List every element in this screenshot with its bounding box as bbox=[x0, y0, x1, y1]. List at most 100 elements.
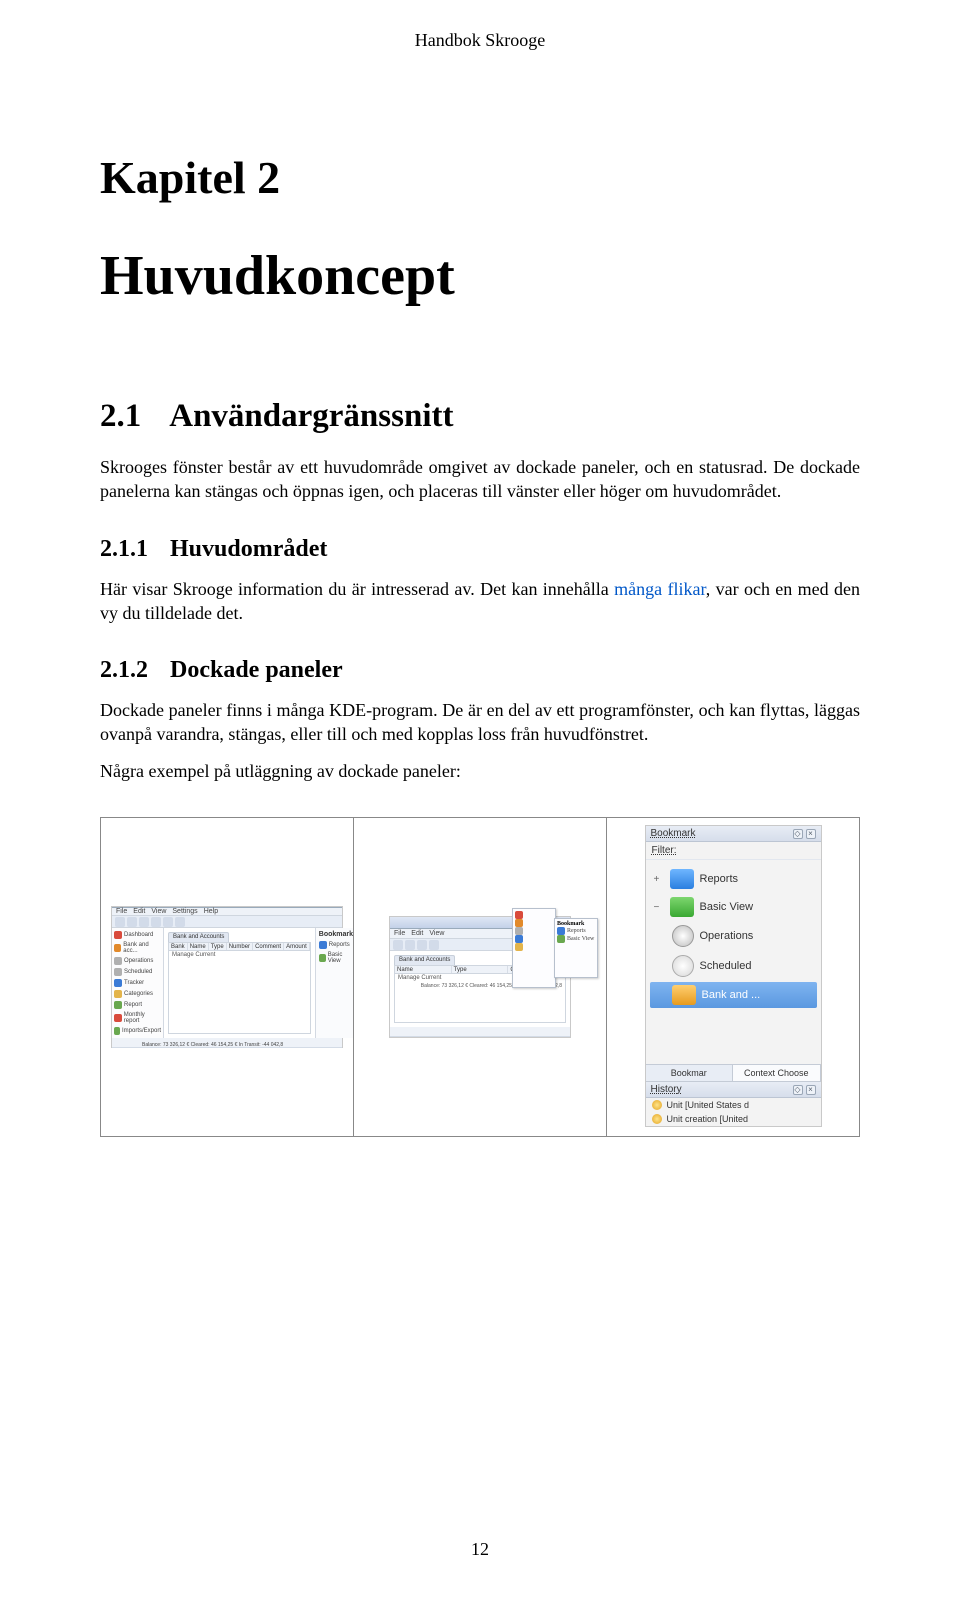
report-icon bbox=[114, 1001, 122, 1009]
section-2-1-1-paragraph: Här visar Skrooge information du är intr… bbox=[100, 577, 860, 626]
tracker-icon bbox=[114, 979, 122, 987]
section-2-1-2-paragraph-2: Några exempel på utläggning av dockade p… bbox=[100, 759, 860, 783]
bottom-tabs: Bookmar Context Choose bbox=[646, 1064, 821, 1081]
paragraph-text: Här visar Skrooge information du är intr… bbox=[100, 579, 614, 599]
tree-item-label: Scheduled bbox=[700, 960, 752, 972]
scheduled-icon bbox=[114, 968, 122, 976]
screenshot-gallery: FileEditViewSettingsHelp Dashboard Bank … bbox=[100, 817, 860, 1137]
section-2-1-1-heading: 2.1.1 Huvudområdet bbox=[100, 536, 860, 563]
dock-item-label: Basic View bbox=[328, 952, 353, 964]
chapter-label: Kapitel 2 bbox=[100, 151, 860, 204]
floating-panel-bookmark: Bookmark Reports Basic View bbox=[554, 918, 598, 978]
section-title: Användargränssnitt bbox=[169, 398, 453, 434]
monthly-icon bbox=[114, 1014, 122, 1022]
section-title: Dockade paneler bbox=[170, 657, 343, 683]
sidebar-item-label: Bank and acc... bbox=[123, 942, 161, 954]
bank-icon bbox=[515, 919, 523, 927]
section-number: 2.1.2 bbox=[100, 657, 148, 683]
folder-icon bbox=[319, 954, 326, 962]
running-head: Handbok Skrooge bbox=[100, 30, 860, 51]
folder-icon bbox=[672, 985, 696, 1005]
gallery-cell-3: Bookmark ◇ × Filter: + Reports bbox=[607, 818, 859, 1136]
tracker-icon bbox=[515, 935, 523, 943]
section-2-1-2-paragraph-1: Dockade paneler finns i många KDE-progra… bbox=[100, 698, 860, 747]
sidebar-item-label: Report bbox=[124, 1002, 142, 1008]
row-text: Manage Current bbox=[169, 951, 310, 959]
categories-icon bbox=[515, 943, 523, 951]
gallery-cell-2: FileEditView Bank and Accounts Name Type… bbox=[354, 818, 607, 1136]
tab: Bank and Accounts bbox=[168, 932, 229, 942]
tab-context-choose[interactable]: Context Choose bbox=[733, 1065, 821, 1081]
folder-icon bbox=[557, 927, 565, 935]
section-number: 2.1.1 bbox=[100, 536, 148, 562]
sidebar-item-label: Dashboard bbox=[124, 932, 153, 938]
statusbar bbox=[390, 1027, 570, 1037]
history-item-label: Unit [United States d bbox=[667, 1100, 750, 1110]
tree-item-operations[interactable]: Operations bbox=[650, 922, 817, 950]
dock-item-label: Reports bbox=[567, 928, 586, 934]
col-header: Name bbox=[395, 966, 452, 973]
right-dock: Bookmark Reports Basic View bbox=[315, 928, 354, 1038]
sidebar-item-label: Monthly report bbox=[124, 1012, 161, 1024]
sidebar-item-label: Operations bbox=[124, 958, 153, 964]
collapse-icon[interactable]: − bbox=[654, 902, 664, 913]
col-header: Bank bbox=[169, 943, 188, 950]
tree-item-scheduled[interactable]: Scheduled bbox=[650, 952, 817, 980]
operations-icon bbox=[114, 957, 122, 965]
tab: Bank and Accounts bbox=[394, 955, 455, 965]
bulb-icon bbox=[652, 1114, 662, 1124]
sidebar-item-label: Categories bbox=[124, 991, 153, 997]
menubar: FileEditViewSettingsHelp bbox=[112, 908, 342, 916]
clock-icon bbox=[672, 955, 694, 977]
screenshot-1: FileEditViewSettingsHelp Dashboard Bank … bbox=[112, 907, 342, 1047]
undock-icon[interactable]: ◇ bbox=[793, 1085, 803, 1095]
history-header: History ◇ × bbox=[646, 1082, 821, 1098]
categories-icon bbox=[114, 990, 122, 998]
tree-item-label: Bank and ... bbox=[702, 989, 761, 1001]
import-icon bbox=[114, 1027, 120, 1035]
close-icon[interactable]: × bbox=[806, 1085, 816, 1095]
tab-bookmark[interactable]: Bookmar bbox=[646, 1065, 734, 1081]
folder-icon bbox=[319, 941, 327, 949]
tree-item-basic-view[interactable]: − Basic View bbox=[650, 894, 817, 920]
dock-item-label: Basic View bbox=[567, 936, 594, 942]
bank-icon bbox=[114, 944, 121, 952]
sidebar-item-label: Imports/Export bbox=[122, 1028, 161, 1034]
folder-icon bbox=[557, 935, 565, 943]
dashboard-icon bbox=[114, 931, 122, 939]
tree-item-label: Operations bbox=[700, 930, 754, 942]
chapter-title: Huvudkoncept bbox=[100, 244, 860, 308]
col-header: Type bbox=[452, 966, 509, 973]
folder-icon bbox=[670, 897, 694, 917]
tree-item-label: Reports bbox=[700, 873, 739, 885]
filter-row: Filter: bbox=[646, 842, 821, 860]
tree-item-label: Basic View bbox=[700, 901, 754, 913]
statusbar: Balance: 73 326,12 € Cleared: 46 154,25 … bbox=[112, 1038, 342, 1048]
col-header: Comment bbox=[253, 943, 284, 950]
section-2-1-2-heading: 2.1.2 Dockade paneler bbox=[100, 657, 860, 684]
section-2-1-heading: 2.1Användargränssnitt bbox=[100, 398, 860, 435]
operations-icon bbox=[672, 925, 694, 947]
section-title: Huvudområdet bbox=[170, 536, 327, 562]
sidebar-item-label: Tracker bbox=[124, 980, 144, 986]
many-tabs-link[interactable]: många flikar bbox=[614, 579, 706, 599]
gallery-cell-1: FileEditViewSettingsHelp Dashboard Bank … bbox=[101, 818, 354, 1136]
main-area: Bank and Accounts Bank Name Type Number … bbox=[164, 928, 315, 1038]
col-header: Number bbox=[227, 943, 253, 950]
tree-item-bank-and[interactable]: Bank and ... bbox=[650, 982, 817, 1008]
table-body: Manage Current bbox=[168, 951, 311, 1034]
close-icon[interactable]: × bbox=[806, 829, 816, 839]
table-header: Bank Name Type Number Comment Amount bbox=[168, 942, 311, 951]
toolbar bbox=[112, 916, 342, 928]
expand-icon[interactable]: + bbox=[654, 874, 664, 885]
floating-panel-context bbox=[512, 908, 556, 988]
bookmark-tree: + Reports − Basic View Operations bbox=[646, 860, 821, 1064]
dock-title: Bookmark bbox=[319, 931, 353, 938]
undock-icon[interactable]: ◇ bbox=[793, 829, 803, 839]
history-item[interactable]: Unit [United States d bbox=[646, 1098, 821, 1112]
dock-header: Bookmark ◇ × bbox=[646, 826, 821, 842]
tree-item-reports[interactable]: + Reports bbox=[650, 866, 817, 892]
section-2-1-paragraph: Skrooges fönster består av ett huvudområ… bbox=[100, 455, 860, 504]
history-item[interactable]: Unit creation [United bbox=[646, 1112, 821, 1126]
dock-title: Bookmark bbox=[651, 828, 696, 839]
